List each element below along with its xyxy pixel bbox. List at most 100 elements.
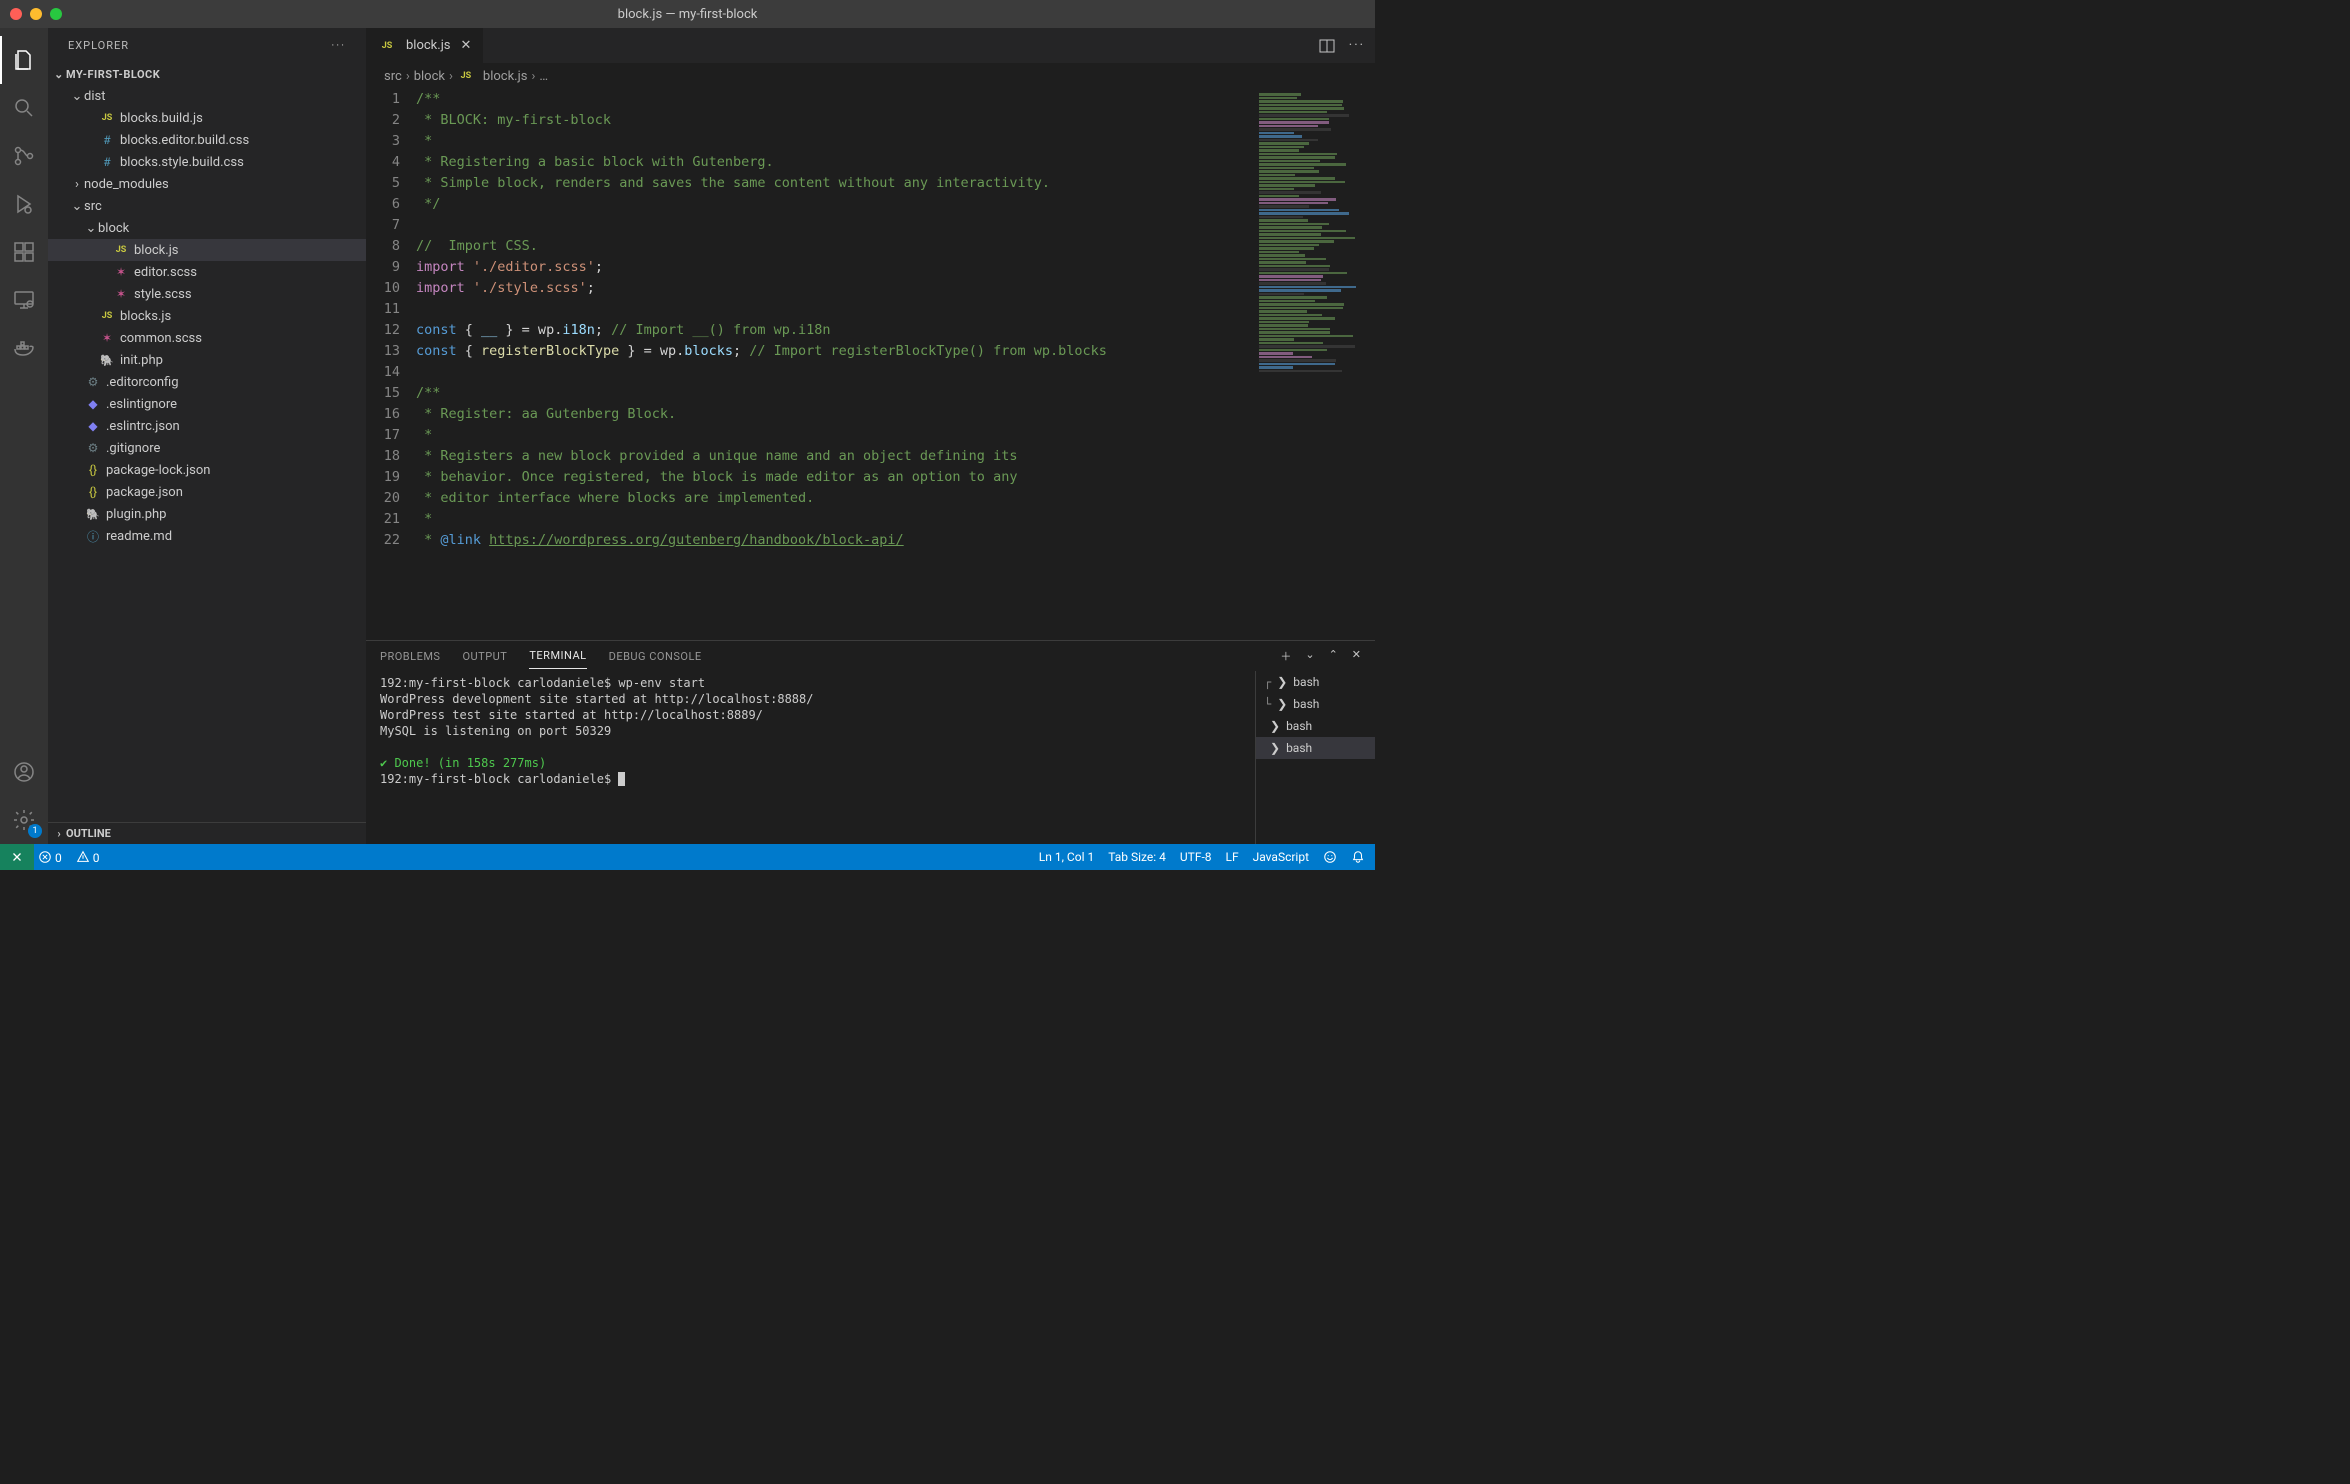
code-content[interactable]: /** * BLOCK: my-first-block * * Register… [416,89,1375,640]
outline-label: OUTLINE [66,827,111,840]
tree-item-label: .gitignore [106,441,160,456]
folder-item[interactable]: ›node_modules [48,173,366,195]
terminal-session-item[interactable]: └ ❯ bash [1256,693,1375,715]
file-item[interactable]: ◆.eslintignore [48,393,366,415]
terminal-session-item[interactable]: ❯ bash [1256,715,1375,737]
tree-item-label: node_modules [84,177,169,192]
status-eol[interactable]: LF [1226,850,1239,864]
remote-explorer-activity-icon[interactable] [0,276,48,324]
tree-item-label: blocks.js [120,309,171,324]
terminal-session-item[interactable]: ┌ ❯ bash [1256,671,1375,693]
extensions-activity-icon[interactable] [0,228,48,276]
status-bar: 0 0 Ln 1, Col 1 Tab Size: 4 UTF-8 LF Jav… [0,844,1375,870]
window-title: block.js — my-first-block [618,7,758,22]
file-item[interactable]: ⚙.gitignore [48,437,366,459]
status-warnings[interactable]: 0 [76,850,100,865]
settings-badge: 1 [28,824,42,838]
chevron-down-icon: ⌄ [70,199,84,214]
file-item[interactable]: #blocks.editor.build.css [48,129,366,151]
tree-item-label: block [98,221,129,236]
folder-item[interactable]: ⌄block [48,217,366,239]
file-item[interactable]: 🐘init.php [48,349,366,371]
file-item[interactable]: JSblocks.js [48,305,366,327]
chevron-right-icon: › [70,177,84,192]
terminal-session-item[interactable]: ❯ bash [1256,737,1375,759]
remote-indicator[interactable] [0,844,34,870]
status-errors[interactable]: 0 [38,850,62,865]
code-editor[interactable]: 12345678910111213141516171819202122 /** … [366,89,1375,640]
status-tab-size[interactable]: Tab Size: 4 [1108,850,1166,864]
terminal-output[interactable]: 192:my-first-block carlodaniele$ wp-env … [366,671,1255,844]
folder-item[interactable]: ⌄dist [48,85,366,107]
file-item[interactable]: {}package.json [48,481,366,503]
source-control-activity-icon[interactable] [0,132,48,180]
new-terminal-icon[interactable]: ＋ [1280,648,1291,664]
terminal-session-list: ┌ ❯ bash└ ❯ bash❯ bash❯ bash [1255,671,1375,844]
debug-console-tab[interactable]: DEBUG CONSOLE [609,644,702,669]
chevron-down-icon: ⌄ [84,221,98,236]
editor-more-icon[interactable]: ··· [1349,38,1365,53]
file-item[interactable]: {}package-lock.json [48,459,366,481]
search-activity-icon[interactable] [0,84,48,132]
tree-item-label: init.php [120,353,163,368]
run-debug-activity-icon[interactable] [0,180,48,228]
notifications-icon[interactable] [1351,850,1365,864]
tree-item-label: blocks.editor.build.css [120,133,249,148]
terminal-icon: ❯ [1270,741,1280,755]
status-encoding[interactable]: UTF-8 [1180,850,1212,864]
maximize-window-button[interactable] [50,8,62,20]
file-item[interactable]: ⚙.editorconfig [48,371,366,393]
breadcrumb-segment[interactable]: block [414,69,445,84]
close-panel-icon[interactable]: ✕ [1352,648,1361,664]
accounts-activity-icon[interactable] [0,748,48,796]
close-window-button[interactable] [10,8,22,20]
file-item[interactable]: ✶style.scss [48,283,366,305]
file-item[interactable]: ✶common.scss [48,327,366,349]
window-titlebar: block.js — my-first-block [0,0,1375,28]
minimap[interactable] [1255,89,1375,640]
tree-item-label: block.js [134,243,179,258]
chevron-right-icon: › [52,827,66,840]
terminal-icon: ❯ [1270,719,1280,733]
tree-item-label: dist [84,89,105,104]
tree-item-label: editor.scss [134,265,197,280]
breadcrumb-segment[interactable]: block.js [483,69,528,84]
settings-activity-icon[interactable]: 1 [0,796,48,844]
docker-activity-icon[interactable] [0,324,48,372]
split-terminal-icon[interactable]: ⌄ [1305,648,1314,664]
explorer-title: EXPLORER [68,39,129,52]
file-item[interactable]: #blocks.style.build.css [48,151,366,173]
file-item[interactable]: ⓘreadme.md [48,525,366,547]
file-tree[interactable]: ⌄distJSblocks.build.js#blocks.editor.bui… [48,85,366,822]
tree-item-label: .eslintrc.json [106,419,180,434]
tree-item-label: blocks.style.build.css [120,155,244,170]
breadcrumb[interactable]: src › block › JS block.js › … [366,63,1375,89]
file-item[interactable]: 🐘plugin.php [48,503,366,525]
status-language[interactable]: JavaScript [1253,850,1309,864]
terminal-tab[interactable]: TERMINAL [529,643,586,669]
breadcrumb-segment[interactable]: … [539,69,548,84]
feedback-icon[interactable] [1323,850,1337,864]
breadcrumb-segment[interactable]: src [384,69,402,84]
output-tab[interactable]: OUTPUT [462,644,507,669]
close-tab-icon[interactable]: ✕ [461,38,472,53]
editor-tab[interactable]: JS block.js ✕ [366,28,484,63]
status-cursor-position[interactable]: Ln 1, Col 1 [1039,850,1094,864]
project-section-header[interactable]: ⌄ MY-FIRST-BLOCK [48,63,366,85]
explorer-activity-icon[interactable] [0,36,48,84]
problems-tab[interactable]: PROBLEMS [380,644,440,669]
breadcrumb-separator: › [449,69,453,84]
folder-item[interactable]: ⌄src [48,195,366,217]
maximize-panel-icon[interactable]: ⌃ [1329,648,1338,664]
js-icon: JS [457,71,475,81]
file-item[interactable]: ✶editor.scss [48,261,366,283]
explorer-sidebar: EXPLORER ··· ⌄ MY-FIRST-BLOCK ⌄distJSblo… [48,28,366,844]
file-item[interactable]: JSblock.js [48,239,366,261]
split-editor-icon[interactable] [1319,38,1335,54]
outline-section-header[interactable]: › OUTLINE [48,822,366,844]
file-item[interactable]: JSblocks.build.js [48,107,366,129]
explorer-more-icon[interactable]: ··· [331,39,346,52]
minimize-window-button[interactable] [30,8,42,20]
terminal-icon: ❯ [1277,675,1287,689]
file-item[interactable]: ◆.eslintrc.json [48,415,366,437]
